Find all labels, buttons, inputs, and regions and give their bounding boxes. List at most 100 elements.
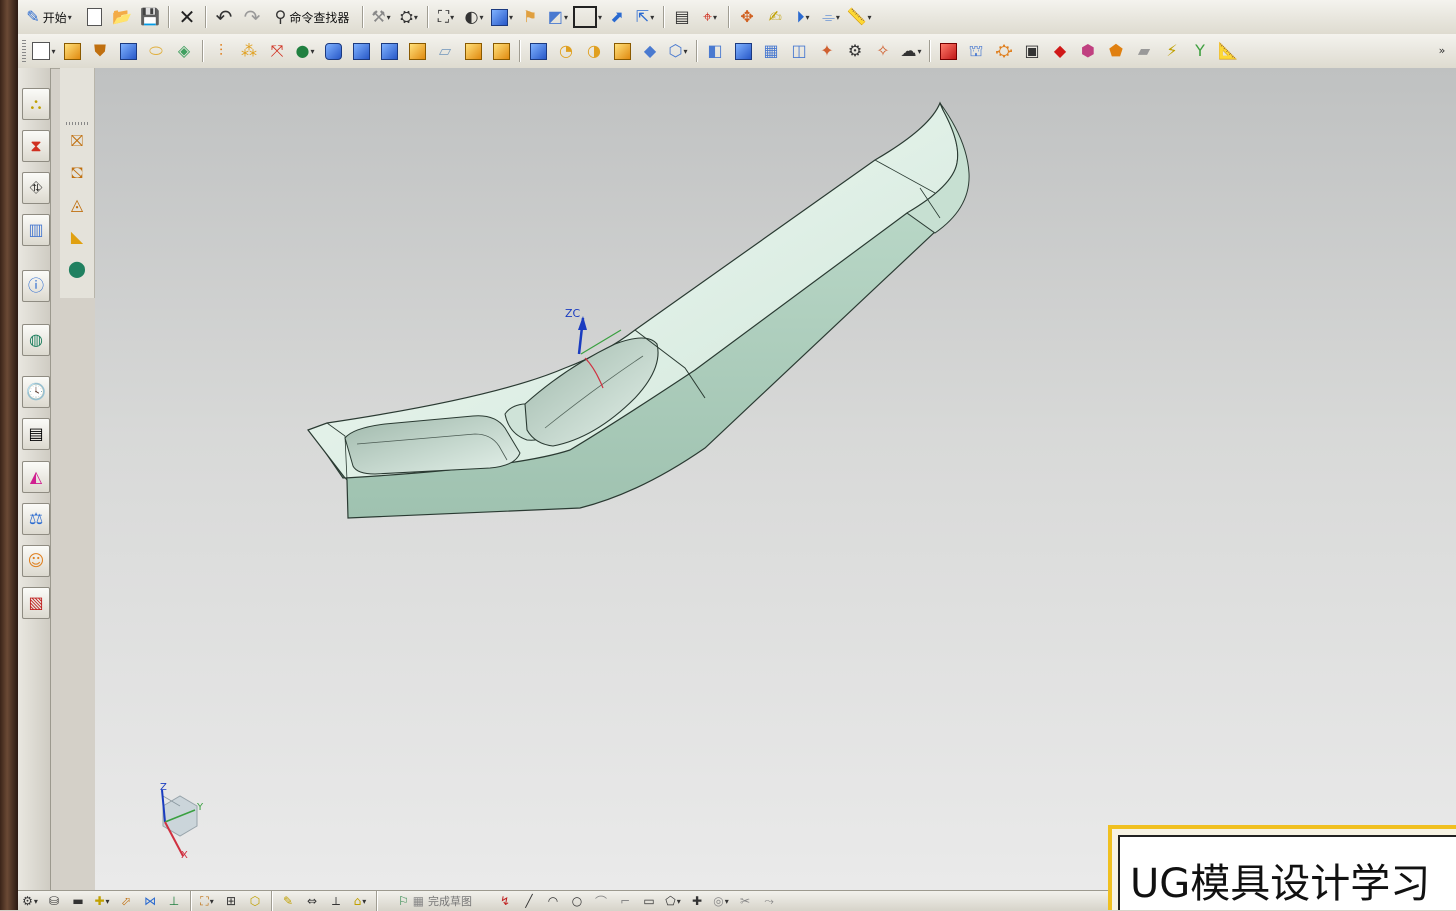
sketch-dimension-button[interactable]: ⇔	[301, 892, 323, 910]
sketch-view-button[interactable]: ⌂ ▾	[349, 892, 371, 910]
move-object-button[interactable]: ✥	[734, 4, 760, 30]
law-extension-button[interactable]: ✦	[814, 38, 840, 64]
datum-plane-button[interactable]: ⫶	[208, 38, 234, 64]
resource-roles-tab[interactable]: ⚖	[22, 503, 50, 535]
fit-view-button[interactable]: ⛶ ▾	[433, 4, 459, 30]
resource-assembly-navigator-tab[interactable]: ⛬	[22, 88, 50, 120]
wave-linker-button[interactable]: ⛶ ▾	[196, 892, 218, 910]
arc-button[interactable]: ◠	[542, 892, 564, 910]
layer-button[interactable]: ⚑	[517, 4, 543, 30]
assembly-constraint-button[interactable]: ⊥	[163, 892, 185, 910]
close-button[interactable]: ✕	[174, 4, 200, 30]
parting-surface-button[interactable]: ⬢	[1075, 38, 1101, 64]
revolve-button[interactable]: ⛊	[87, 38, 113, 64]
mold-wizard-button[interactable]	[935, 38, 961, 64]
resource-system-scenes-tab[interactable]: ▧	[22, 587, 50, 619]
resize-blend-button[interactable]: ◣	[64, 224, 90, 250]
command-finder-button[interactable]: ⚲ 命令查找器	[267, 4, 357, 30]
wcs-dynamic-button[interactable]: ⬈	[604, 4, 630, 30]
mold-parting-button[interactable]: ⛫	[963, 38, 989, 64]
new-file-button[interactable]	[81, 4, 107, 30]
resource-part-navigator-tab[interactable]: ⛗	[22, 172, 50, 204]
scale-body-button[interactable]: ◑	[581, 38, 607, 64]
studio-surface-button[interactable]: ◧	[702, 38, 728, 64]
start-menu-button[interactable]: ✎ 开始 ▾	[19, 4, 79, 30]
parts-list-button[interactable]: ▤	[669, 4, 695, 30]
fillet-button[interactable]: ⌒	[590, 892, 612, 910]
part-button[interactable]: ⛁	[43, 892, 65, 910]
snap-point-button[interactable]: ⌖ ▾	[697, 4, 723, 30]
point-button[interactable]: ✚	[686, 892, 708, 910]
shell-button[interactable]	[376, 38, 402, 64]
edge-blend-button[interactable]	[320, 38, 346, 64]
sketch-settings-button[interactable]: ⚙ ▾	[19, 892, 41, 910]
toolbar-grip[interactable]	[22, 40, 26, 62]
styled-sweep-button[interactable]: ☁ ▾	[898, 38, 924, 64]
offset-face-sync-button[interactable]: ◬	[64, 192, 90, 218]
sketch-button[interactable]: ✍	[762, 4, 788, 30]
check-regions-button[interactable]: ◆	[1047, 38, 1073, 64]
unite-button[interactable]: ● ▾	[292, 38, 318, 64]
chamfer-button[interactable]	[348, 38, 374, 64]
quick-trim-button[interactable]: ✂	[734, 892, 756, 910]
n-sided-surface-button[interactable]: ⚙	[842, 38, 868, 64]
pattern-button[interactable]: ⁂	[236, 38, 262, 64]
move-component-button[interactable]: ⬀	[115, 892, 137, 910]
motion-button[interactable]: ⏵ ▾	[790, 4, 816, 30]
shaded-view-button[interactable]: ◐ ▾	[461, 4, 487, 30]
resource-history-tab[interactable]: 🕓	[22, 376, 50, 408]
view-orientation-triad[interactable]: Z Y X	[160, 782, 204, 861]
delete-face-button[interactable]: ⛝	[64, 128, 90, 154]
replace-face-sync-button[interactable]: ⛞	[64, 160, 90, 186]
exploded-view-button[interactable]: ⬡	[244, 892, 266, 910]
mold-base-button[interactable]: ⛮	[991, 38, 1017, 64]
ejector-pin-button[interactable]: ⚡	[1159, 38, 1185, 64]
offset-region-button[interactable]: ◔	[553, 38, 579, 64]
move-face-button[interactable]: ⤧	[264, 38, 290, 64]
resource-reuse-library-tab[interactable]: ▥	[22, 214, 50, 246]
extract-region-button[interactable]: ⬟	[1103, 38, 1129, 64]
bounded-plane-button[interactable]	[730, 38, 756, 64]
runner-button[interactable]: Y	[1187, 38, 1213, 64]
resource-web-browser-tab[interactable]: ◍	[22, 324, 50, 356]
toolbar-overflow-button[interactable]: »	[1429, 38, 1455, 64]
wrap-geometry-button[interactable]: ⬡ ▾	[665, 38, 691, 64]
open-file-button[interactable]: 📂	[109, 4, 135, 30]
patch-button[interactable]: ◆	[637, 38, 663, 64]
trim-body-button[interactable]: ⬭	[143, 38, 169, 64]
rectangle-button[interactable]: ▭	[638, 892, 660, 910]
background-button[interactable]: ▾	[573, 4, 602, 30]
mesh-surface-button[interactable]: ▦	[758, 38, 784, 64]
sketch-curve-button[interactable]: ✎	[277, 892, 299, 910]
offset-curve-button[interactable]: ◎ ▾	[710, 892, 732, 910]
split-body-button[interactable]	[488, 38, 514, 64]
sketch-constraint-button[interactable]: ⟂	[325, 892, 347, 910]
resource-constraint-navigator-tab[interactable]: ⧗	[22, 130, 50, 162]
measure-distance-button[interactable]: 📏 ▾	[846, 4, 872, 30]
through-curves-button[interactable]: ◈	[171, 38, 197, 64]
measure-button[interactable]: 📐	[1215, 38, 1241, 64]
toolbar-grip[interactable]	[66, 122, 88, 125]
profile-button[interactable]: ↯	[494, 892, 516, 910]
offset-face-button[interactable]: ▱	[432, 38, 458, 64]
undo-button[interactable]: ↶	[211, 4, 237, 30]
thicken-button[interactable]	[460, 38, 486, 64]
selection-filter-button[interactable]: ⛭ ▾	[396, 4, 422, 30]
finish-sketch-button[interactable]: ⚐ ▦ 完成草图	[382, 892, 492, 910]
sweep-button[interactable]: ◫	[786, 38, 812, 64]
mold-component-button[interactable]: ▣	[1019, 38, 1045, 64]
quick-extend-button[interactable]: ⤳	[758, 892, 780, 910]
view-section-button[interactable]: ◩ ▾	[545, 4, 571, 30]
sew-button[interactable]	[609, 38, 635, 64]
save-button[interactable]: 💾	[137, 4, 163, 30]
hammer-tool-button[interactable]: ⚒ ▾	[368, 4, 394, 30]
extrude-button[interactable]	[59, 38, 85, 64]
polygon-button[interactable]: ⬠ ▾	[662, 892, 684, 910]
redo-button[interactable]: ↷	[239, 4, 265, 30]
component-button[interactable]: ▬	[67, 892, 89, 910]
graphics-window[interactable]: ZC Z Y X	[95, 68, 1456, 890]
add-feature-button[interactable]: ⬤	[64, 256, 90, 282]
orient-view-button[interactable]: ▾	[489, 4, 515, 30]
resource-manufacturing-wizards-tab[interactable]: ◭	[22, 461, 50, 493]
draft-button[interactable]	[404, 38, 430, 64]
